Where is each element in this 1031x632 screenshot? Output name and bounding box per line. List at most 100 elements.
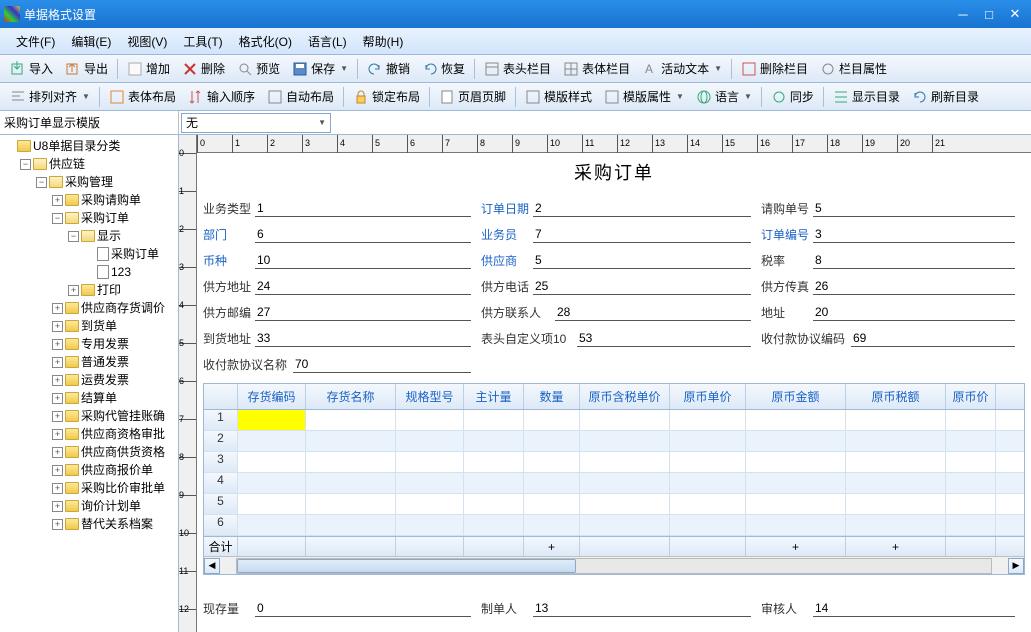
pay-proto-name-field[interactable] xyxy=(293,355,471,373)
grid-cell[interactable] xyxy=(846,473,946,493)
v-tel-field[interactable] xyxy=(533,277,751,295)
grid-cell[interactable] xyxy=(580,431,670,451)
field-label[interactable]: 税率 xyxy=(761,252,813,269)
pay-proto-no-field[interactable] xyxy=(851,329,1015,347)
grid-cell[interactable] xyxy=(846,431,946,451)
tree-item[interactable]: +普通发票 xyxy=(50,353,176,371)
grid-cell[interactable] xyxy=(524,410,580,430)
scroll-left-button[interactable]: ◀ xyxy=(204,558,220,574)
doc-title[interactable]: 采购订单 xyxy=(197,153,1031,195)
menu-file[interactable]: 文件(F) xyxy=(8,29,63,54)
grid-cell[interactable] xyxy=(946,410,996,430)
active-text-button[interactable]: A活动文本▼ xyxy=(636,58,728,79)
maximize-button[interactable]: □ xyxy=(977,5,1001,23)
grid-cell[interactable] xyxy=(670,410,746,430)
grid-cell[interactable] xyxy=(670,515,746,535)
grid-cell[interactable] xyxy=(746,494,846,514)
lock-layout-button[interactable]: 锁定布局 xyxy=(347,86,426,107)
close-button[interactable]: ✕ xyxy=(1003,5,1027,23)
field-label[interactable]: 审核人 xyxy=(761,600,813,617)
table-row[interactable]: 2 xyxy=(204,431,1024,452)
tree-item[interactable]: +供应商存货调价 xyxy=(50,299,176,317)
grid-cell[interactable] xyxy=(396,494,464,514)
table-row[interactable]: 3 xyxy=(204,452,1024,473)
grid-cell[interactable] xyxy=(670,431,746,451)
field-label[interactable]: 业务员 xyxy=(481,226,533,243)
field-label[interactable]: 订单编号 xyxy=(761,226,813,243)
grid-cell[interactable] xyxy=(946,494,996,514)
menu-format[interactable]: 格式化(O) xyxy=(231,29,300,54)
field-label[interactable]: 业务类型 xyxy=(203,200,255,217)
grid-cell[interactable] xyxy=(580,410,670,430)
scroll-thumb[interactable] xyxy=(237,559,576,573)
col-header[interactable]: 原币税额 xyxy=(846,384,946,409)
grid-cell[interactable] xyxy=(238,515,306,535)
order-no-field[interactable] xyxy=(813,225,1015,243)
grid-cell[interactable] xyxy=(524,452,580,472)
page-hf-button[interactable]: 页眉页脚 xyxy=(433,86,512,107)
tree-item[interactable]: +供应商供货资格 xyxy=(50,443,176,461)
addr-field[interactable] xyxy=(813,303,1015,321)
minimize-button[interactable]: ─ xyxy=(951,5,975,23)
grid-cell[interactable] xyxy=(396,431,464,451)
grid-cell[interactable] xyxy=(524,515,580,535)
show-toc-button[interactable]: 显示目录 xyxy=(827,86,906,107)
vendor-field[interactable] xyxy=(533,251,751,269)
tree-item[interactable]: +结算单 xyxy=(50,389,176,407)
menu-tool[interactable]: 工具(T) xyxy=(175,29,230,54)
tree-item[interactable]: +到货单 xyxy=(50,317,176,335)
grid-cell[interactable] xyxy=(524,494,580,514)
body-grid[interactable]: 存货编码 存货名称 规格型号 主计量 数量 原币含税单价 原币单价 原币金额 原… xyxy=(203,383,1025,575)
language-button[interactable]: 语言▼ xyxy=(690,86,758,107)
menu-view[interactable]: 视图(V) xyxy=(119,29,175,54)
grid-cell[interactable] xyxy=(396,452,464,472)
field-label[interactable]: 供方邮编 xyxy=(203,304,255,321)
grid-cell[interactable] xyxy=(464,452,524,472)
field-label[interactable]: 供应商 xyxy=(481,252,533,269)
clerk-field[interactable] xyxy=(533,225,751,243)
biz-type-field[interactable] xyxy=(255,199,471,217)
v-addr-field[interactable] xyxy=(255,277,471,295)
tree-item[interactable]: +供应商资格审批 xyxy=(50,425,176,443)
field-label[interactable]: 收付款协议编码 xyxy=(761,330,851,347)
col-prop-button[interactable]: 栏目属性 xyxy=(814,58,893,79)
field-label[interactable]: 订单日期 xyxy=(481,200,533,217)
tree-item[interactable]: +采购比价审批单 xyxy=(50,479,176,497)
grid-cell[interactable] xyxy=(846,515,946,535)
field-label[interactable]: 制单人 xyxy=(481,600,533,617)
menu-lang[interactable]: 语言(L) xyxy=(300,29,355,54)
grid-cell[interactable] xyxy=(306,452,396,472)
tax-rate-field[interactable] xyxy=(813,251,1015,269)
tree-123[interactable]: 123 xyxy=(82,263,176,281)
field-label[interactable]: 供方地址 xyxy=(203,278,255,295)
template-select[interactable]: 无 ▼ xyxy=(181,113,331,133)
grid-cell[interactable] xyxy=(580,473,670,493)
scroll-right-button[interactable]: ▶ xyxy=(1008,558,1024,574)
grid-cell[interactable] xyxy=(306,494,396,514)
col-header[interactable]: 原币含税单价 xyxy=(580,384,670,409)
grid-cell[interactable] xyxy=(238,431,306,451)
tree-item[interactable]: +供应商报价单 xyxy=(50,461,176,479)
col-header[interactable]: 原币价 xyxy=(946,384,996,409)
order-date-field[interactable] xyxy=(533,199,751,217)
grid-cell[interactable] xyxy=(306,473,396,493)
grid-cell[interactable] xyxy=(238,494,306,514)
tree-root[interactable]: U8单据目录分类 xyxy=(2,137,176,155)
field-label[interactable]: 收付款协议名称 xyxy=(203,356,293,373)
tree-item[interactable]: +运费发票 xyxy=(50,371,176,389)
grid-cell[interactable] xyxy=(670,452,746,472)
grid-cell[interactable] xyxy=(746,515,846,535)
field-label[interactable]: 表头自定义项10 xyxy=(481,330,577,347)
tree-display-po[interactable]: 采购订单 xyxy=(82,245,176,263)
auditor-field[interactable] xyxy=(813,599,1015,617)
col-header[interactable]: 数量 xyxy=(524,384,580,409)
col-header[interactable]: 主计量 xyxy=(464,384,524,409)
body-col-button[interactable]: 表体栏目 xyxy=(557,58,636,79)
grid-cell[interactable] xyxy=(306,515,396,535)
grid-cell[interactable] xyxy=(464,410,524,430)
import-button[interactable]: 导入 xyxy=(4,58,59,79)
grid-cell[interactable] xyxy=(238,452,306,472)
grid-cell[interactable] xyxy=(580,515,670,535)
grid-cell[interactable] xyxy=(464,431,524,451)
col-header[interactable]: 规格型号 xyxy=(396,384,464,409)
